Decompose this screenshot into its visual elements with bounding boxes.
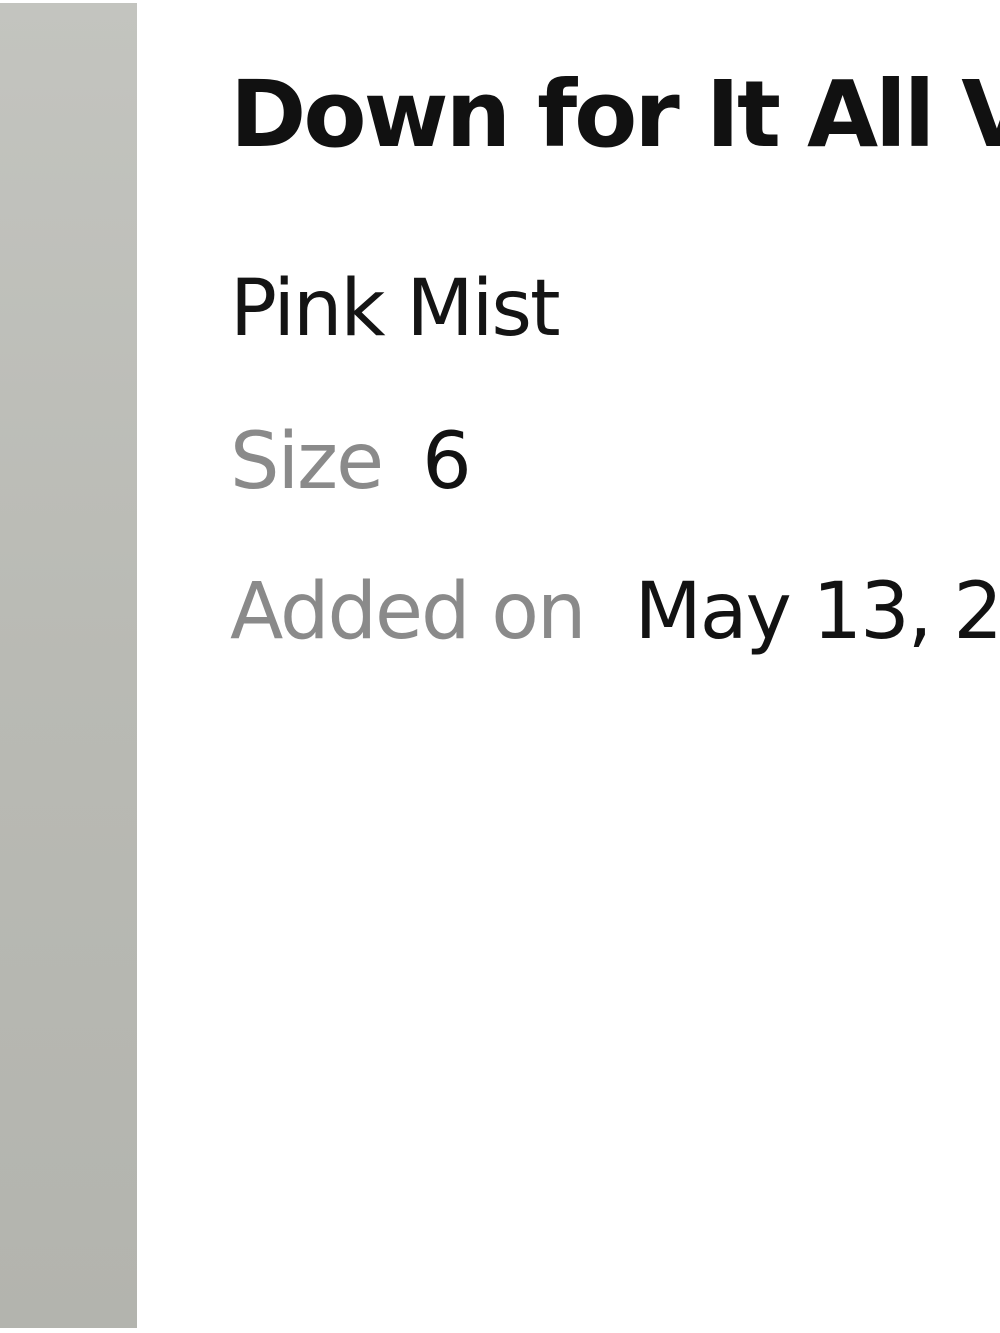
product-color: Pink Mist xyxy=(230,264,561,354)
size-row: Size 6 xyxy=(230,417,472,508)
added-on-date: May 13, 2 xyxy=(634,567,1000,657)
added-on-label: Added on xyxy=(230,567,586,657)
product-title[interactable]: Down for It All V xyxy=(230,62,1000,168)
added-on-row: Added on May 13, 2 xyxy=(230,567,1000,658)
size-value: 6 xyxy=(422,417,472,507)
size-label: Size xyxy=(230,417,384,507)
product-image[interactable] xyxy=(0,3,137,1328)
product-details: Down for It All V Pink Mist Size 6 Added … xyxy=(230,0,1000,1333)
